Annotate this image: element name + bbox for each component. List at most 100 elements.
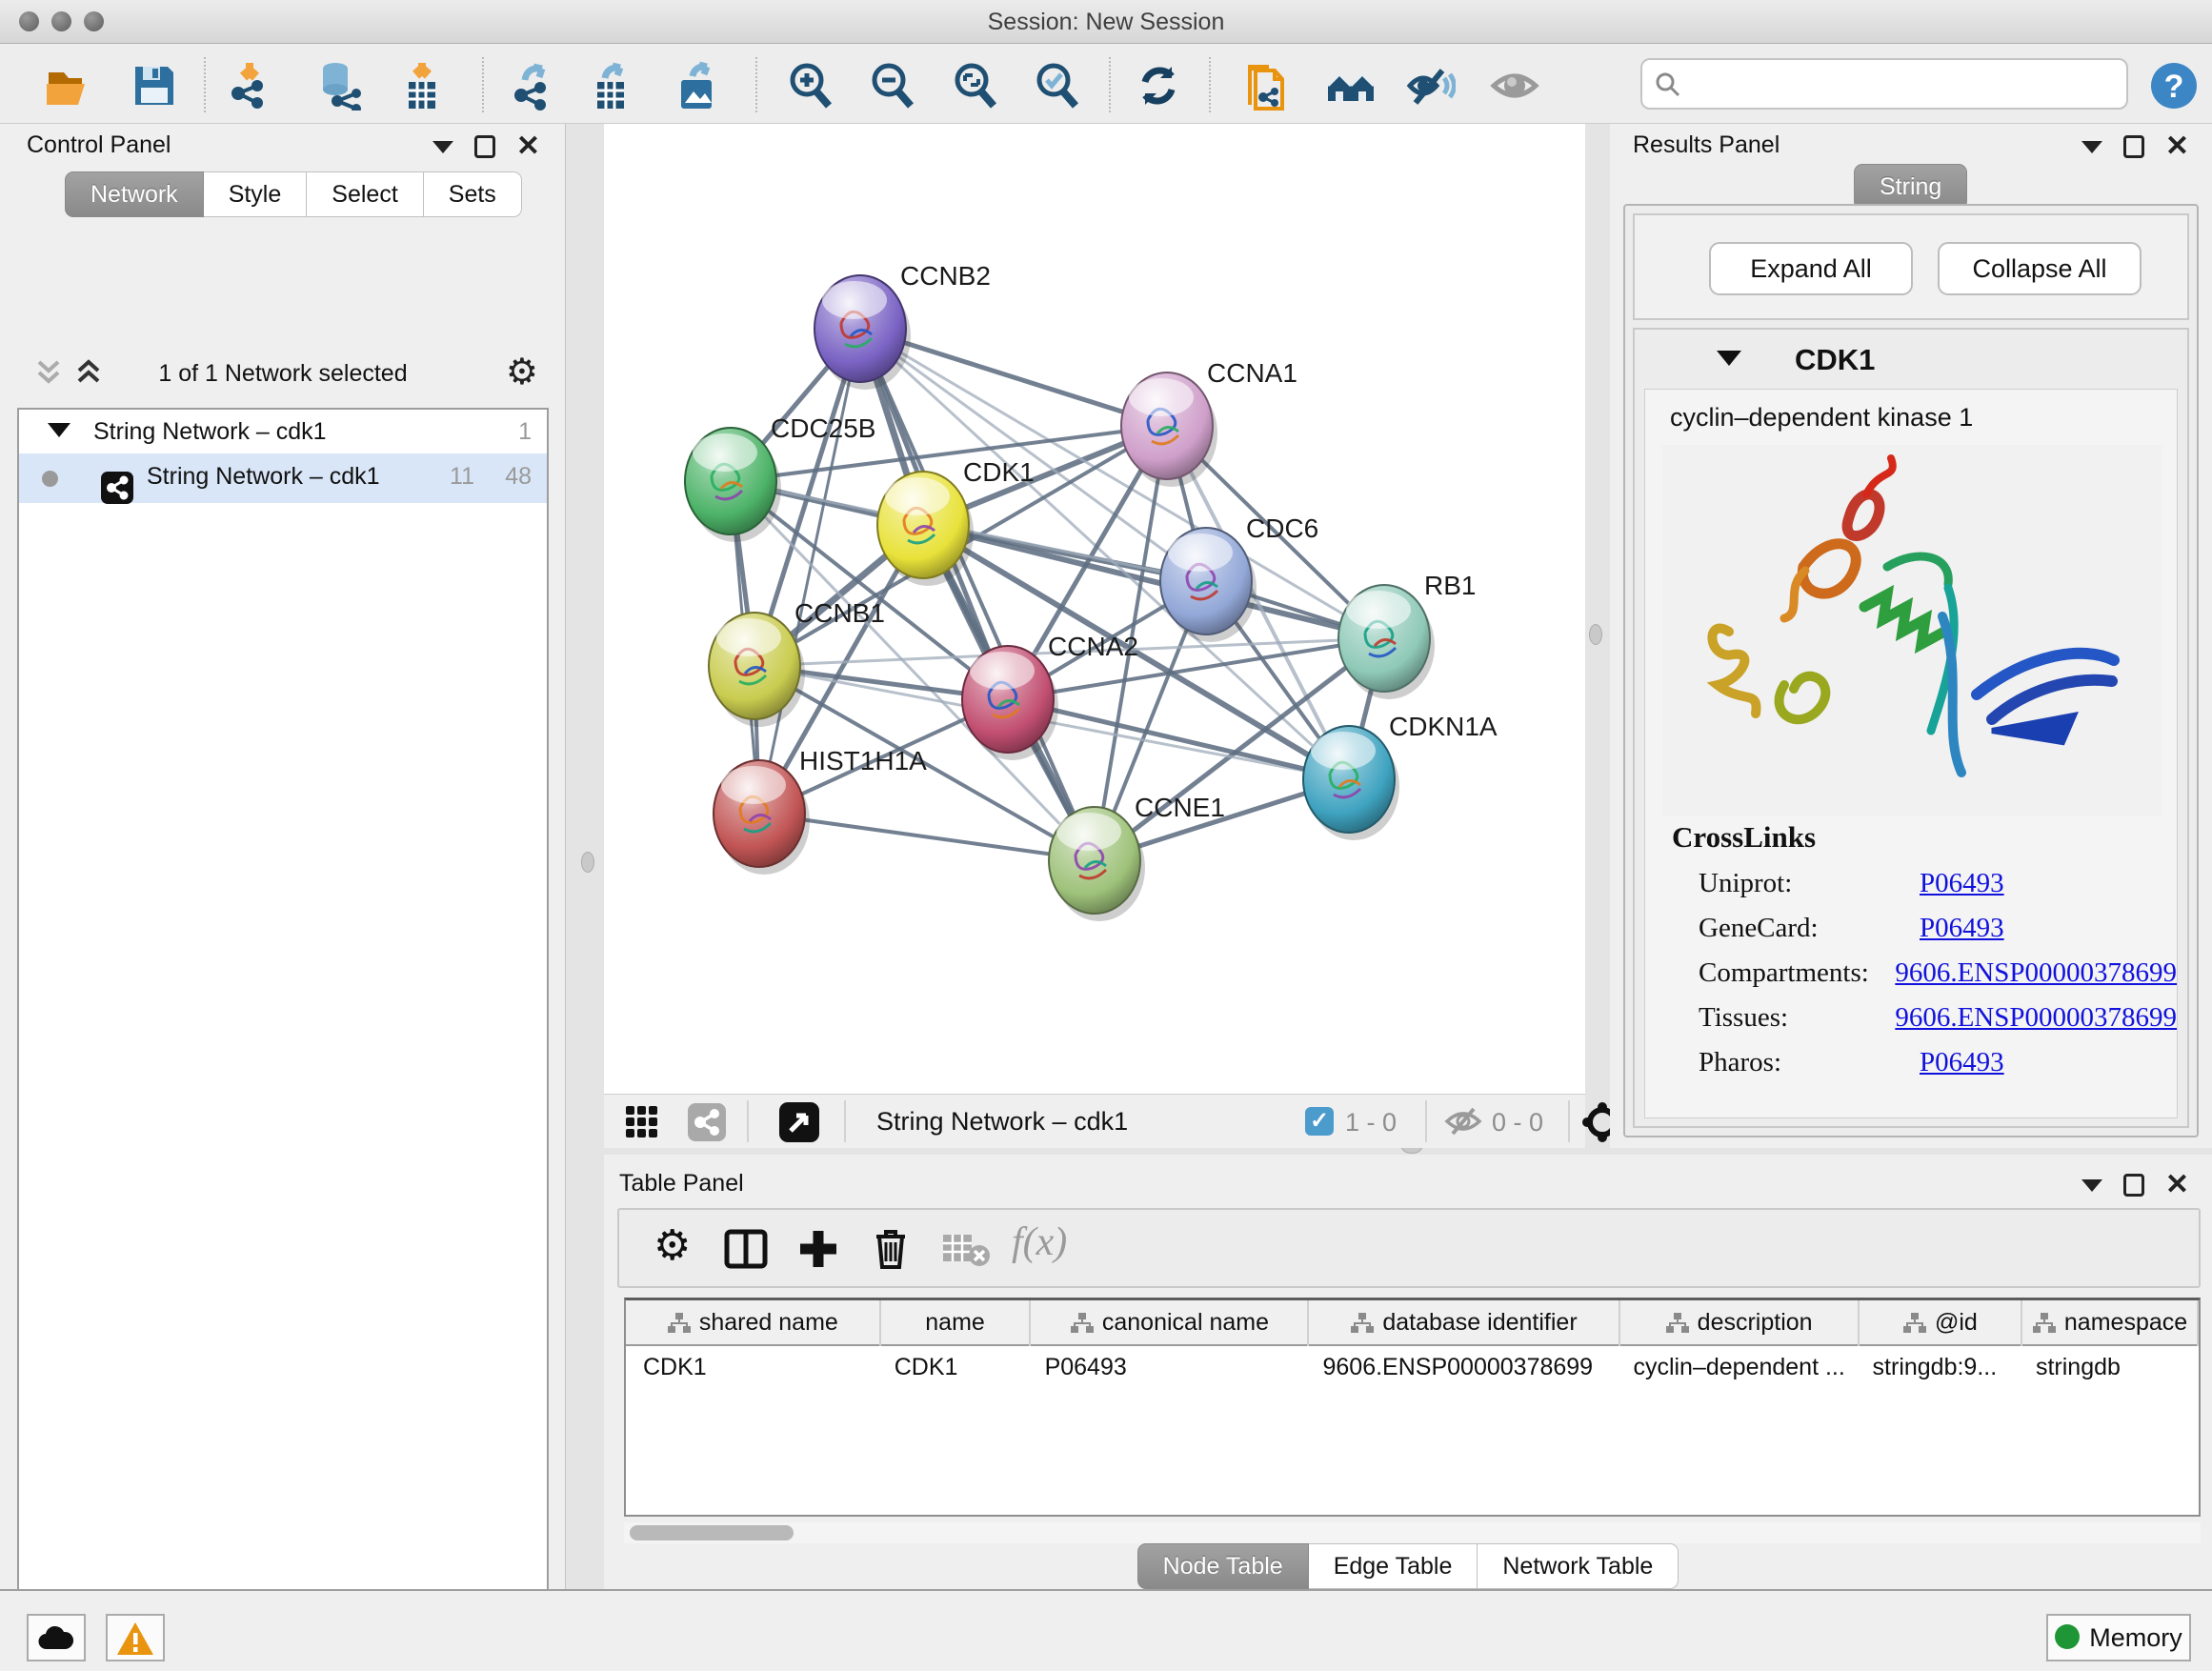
import-table-from-file-icon[interactable] — [397, 61, 447, 111]
export-table-to-file-icon[interactable] — [586, 61, 635, 111]
new-network-from-selection-icon[interactable] — [1242, 61, 1292, 111]
network-node-CDKN1A[interactable] — [1303, 726, 1399, 840]
gene-header[interactable]: CDK1 — [1635, 330, 2187, 387]
tab-string[interactable]: String — [1854, 164, 1967, 210]
help-icon[interactable]: ? — [2149, 61, 2199, 111]
tab-node-table[interactable]: Node Table — [1137, 1543, 1309, 1589]
collection-expand-icon[interactable] — [48, 423, 70, 437]
zoom-selected-icon[interactable] — [1033, 61, 1082, 111]
column-header-canonical-name[interactable]: canonical name — [1031, 1300, 1309, 1346]
toolbar-separator — [1209, 57, 1211, 112]
selected-checkbox-icon[interactable]: ✓ — [1305, 1107, 1334, 1136]
import-network-from-database-icon[interactable] — [316, 61, 366, 111]
control-panel-collapse-icon[interactable] — [432, 141, 453, 153]
grid-view-icon[interactable] — [625, 1105, 659, 1139]
table-panel-close-icon[interactable]: ✕ — [2165, 1174, 2189, 1197]
crosslink-row: Uniprot:P06493 — [1699, 868, 2177, 899]
tab-network-table[interactable]: Network Table — [1478, 1543, 1679, 1589]
crosslink-link[interactable]: P06493 — [1920, 913, 2004, 944]
results-panel-close-icon[interactable]: ✕ — [2165, 135, 2189, 158]
node-table[interactable]: shared namenamecanonical namedatabase id… — [624, 1298, 2201, 1517]
network-node-CDK1[interactable] — [877, 472, 974, 586]
delete-column-icon[interactable] — [869, 1225, 913, 1271]
network-node-HIST1H1A[interactable] — [714, 760, 810, 875]
column-header-namespace[interactable]: namespace — [2022, 1300, 2199, 1346]
save-session-icon[interactable] — [130, 61, 179, 111]
string-view-icon[interactable] — [688, 1103, 726, 1141]
network-node-CCNB2[interactable] — [814, 275, 911, 390]
table-cell[interactable]: stringdb — [2022, 1346, 2199, 1388]
show-all-icon[interactable] — [1490, 61, 1539, 111]
tab-sets[interactable]: Sets — [424, 171, 522, 217]
column-header-database-identifier[interactable]: database identifier — [1309, 1300, 1619, 1346]
column-header-name[interactable]: name — [881, 1300, 1032, 1346]
export-image-icon[interactable] — [672, 61, 721, 111]
network-edge[interactable] — [860, 329, 1095, 860]
add-column-icon[interactable] — [796, 1227, 840, 1271]
hide-selected-icon[interactable] — [1406, 61, 1456, 111]
column-tree-icon — [1902, 1312, 1927, 1335]
table-cell[interactable]: cyclin–dependent ... — [1619, 1346, 1859, 1388]
show-columns-icon[interactable] — [724, 1227, 768, 1271]
gene-collapse-icon[interactable] — [1717, 351, 1741, 366]
column-header-shared-name[interactable]: shared name — [626, 1300, 881, 1346]
network-node-CCNA2[interactable] — [962, 646, 1058, 760]
results-panel-float-icon[interactable] — [2123, 135, 2144, 158]
table-gear-icon[interactable]: ⚙ — [654, 1221, 691, 1270]
expand-all-button[interactable]: Expand All — [1709, 242, 1913, 295]
crosslink-link[interactable]: P06493 — [1920, 1047, 2004, 1078]
zoom-out-icon[interactable] — [868, 61, 917, 111]
table-horizontal-scrollbar[interactable] — [624, 1522, 2201, 1543]
table-cell[interactable]: CDK1 — [881, 1346, 1032, 1388]
control-panel-close-icon[interactable]: ✕ — [516, 135, 540, 158]
scrollbar-handle[interactable] — [630, 1525, 794, 1540]
network-collection-row[interactable]: String Network – cdk1 1 — [19, 410, 547, 453]
network-canvas[interactable]: CCNB2CCNA1CDC25BCDK1CDC6RB1CCNB1CCNA2CDK… — [604, 124, 1585, 1094]
memory-button[interactable]: Memory — [2046, 1614, 2191, 1661]
crosslink-link[interactable]: 9606.ENSP00000378699 — [1895, 957, 2177, 989]
import-network-from-file-icon[interactable] — [225, 61, 274, 111]
network-node-CCNB1[interactable] — [709, 613, 805, 727]
network-row-selected[interactable]: String Network – cdk1 11 48 — [19, 453, 547, 503]
open-in-window-icon[interactable] — [779, 1102, 819, 1142]
table-panel-float-icon[interactable] — [2123, 1174, 2144, 1197]
zoom-in-icon[interactable] — [786, 61, 835, 111]
open-session-icon[interactable] — [43, 61, 92, 111]
right-splitter-handle[interactable] — [1589, 624, 1602, 645]
network-node-CDC25B[interactable] — [685, 428, 781, 542]
network-node-CCNA1[interactable] — [1121, 372, 1217, 487]
edge-layer — [731, 329, 1384, 860]
search-input[interactable] — [1640, 58, 2128, 110]
cloud-status-button[interactable] — [27, 1614, 86, 1661]
table-cell[interactable]: CDK1 — [626, 1346, 881, 1388]
export-network-to-file-icon[interactable] — [508, 61, 557, 111]
control-panel-float-icon[interactable] — [474, 135, 495, 158]
column-header-description[interactable]: description — [1620, 1300, 1860, 1346]
left-splitter-handle[interactable] — [581, 852, 594, 873]
table-cell[interactable]: P06493 — [1032, 1346, 1310, 1388]
warning-button[interactable] — [106, 1614, 165, 1661]
tab-style[interactable]: Style — [204, 171, 308, 217]
crosslink-link[interactable]: 9606.ENSP00000378699 — [1895, 1002, 2177, 1034]
table-cell[interactable]: stringdb:9... — [1860, 1346, 2022, 1388]
collapse-all-button[interactable]: Collapse All — [1938, 242, 2142, 295]
table-panel-collapse-icon[interactable] — [2081, 1179, 2102, 1192]
network-options-gear-icon[interactable]: ⚙ — [506, 351, 538, 393]
column-header--id[interactable]: @id — [1860, 1300, 2022, 1346]
network-node-CDC6[interactable] — [1160, 528, 1257, 642]
refresh-icon[interactable] — [1134, 61, 1183, 111]
first-neighbors-icon[interactable] — [1326, 61, 1376, 111]
tab-select[interactable]: Select — [307, 171, 423, 217]
node-label-CDC25B: CDC25B — [771, 413, 875, 443]
network-node-RB1[interactable] — [1338, 585, 1435, 699]
string-network-icon — [101, 472, 133, 504]
tab-network[interactable]: Network — [65, 171, 204, 217]
results-panel-collapse-icon[interactable] — [2081, 141, 2102, 153]
crosslink-link[interactable]: P06493 — [1920, 868, 2004, 899]
toolbar-separator — [755, 57, 757, 112]
tab-edge-table[interactable]: Edge Table — [1309, 1543, 1478, 1589]
network-node-CCNE1[interactable] — [1049, 807, 1145, 921]
zoom-fit-icon[interactable] — [951, 61, 1000, 111]
table-row[interactable]: CDK1CDK1P064939606.ENSP00000378699cyclin… — [626, 1346, 2199, 1388]
table-cell[interactable]: 9606.ENSP00000378699 — [1310, 1346, 1620, 1388]
